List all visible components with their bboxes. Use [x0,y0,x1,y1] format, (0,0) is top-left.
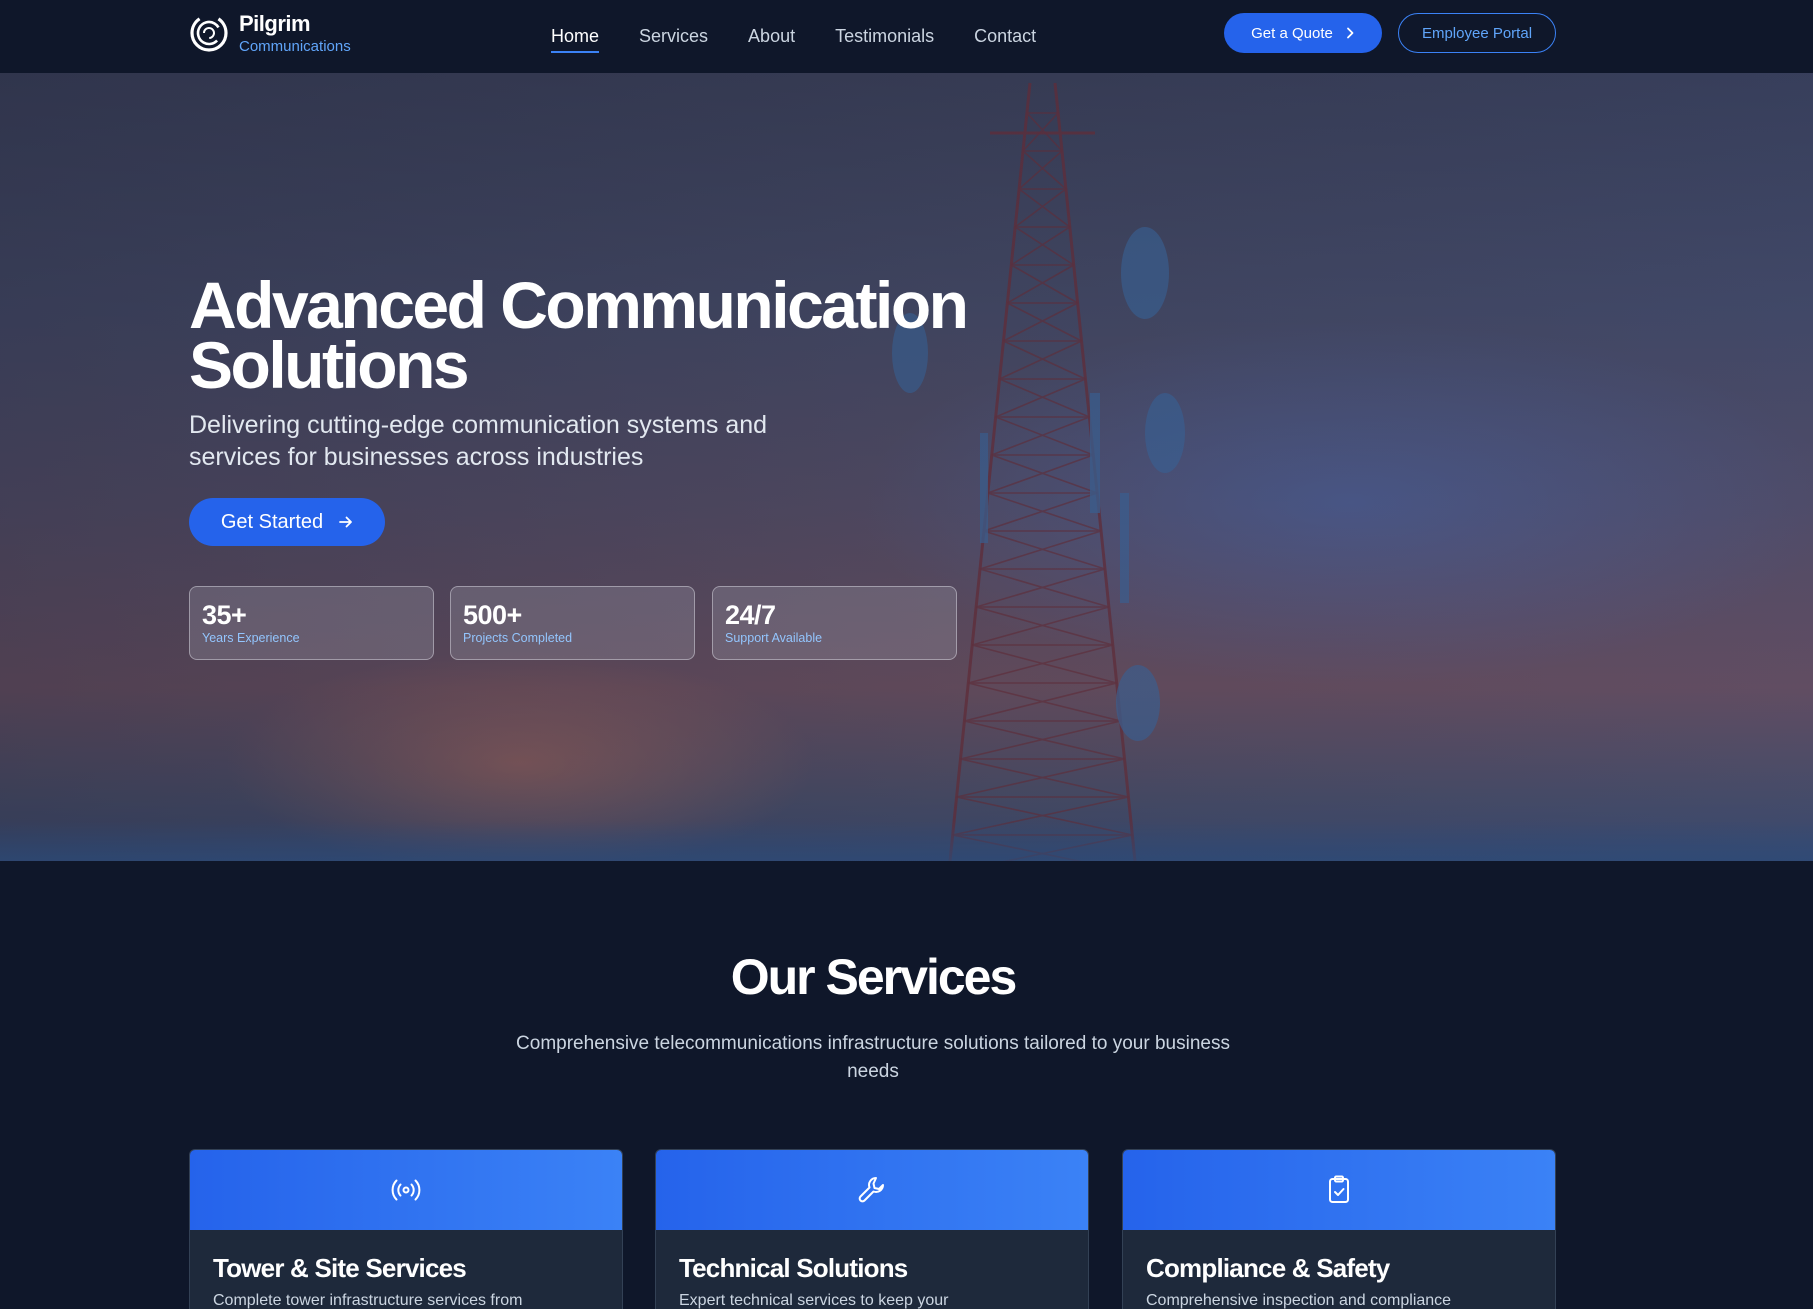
nav-link-about[interactable]: About [748,20,795,53]
services-title: Our Services [730,949,1018,1005]
hero-title: Advanced Communication Solutions [189,268,969,402]
service-card-header [656,1150,1088,1230]
main-nav: Home Services About Testimonials Contact [551,0,1036,73]
chevron-right-icon [1346,27,1354,39]
nav-link-contact[interactable]: Contact [974,20,1036,53]
get-started-label: Get Started [220,510,324,533]
get-started-button[interactable]: Get Started [189,498,385,546]
service-card-compliance[interactable]: Compliance & Safety Comprehensive inspec… [1122,1149,1556,1309]
get-quote-label: Get a Quote [1251,24,1333,42]
service-card-header [190,1150,622,1230]
top-navbar: Pilgrim Communications Home Services Abo… [0,0,1813,73]
stat-card-experience: 35+ Years Experience [189,586,434,660]
hero-horizon [0,821,1813,861]
nav-link-testimonials[interactable]: Testimonials [835,20,934,53]
stat-card-projects: 500+ Projects Completed [450,586,695,660]
brand-logo[interactable]: Pilgrim Communications [189,12,351,54]
stat-value: 500+ [463,600,522,630]
service-card-text: Comprehensive inspection and compliance [1146,1292,1452,1309]
service-card-title: Technical Solutions [679,1253,908,1283]
nav-link-services[interactable]: Services [639,20,708,53]
service-card-title: Compliance & Safety [1146,1253,1390,1283]
nav-link-home[interactable]: Home [551,20,600,53]
stat-label: Support Available [725,631,823,645]
service-card-technical[interactable]: Technical Solutions Expert technical ser… [655,1149,1089,1309]
stat-value: 24/7 [725,600,776,630]
get-quote-button[interactable]: Get a Quote [1224,13,1382,53]
brand-subtitle: Communications [239,37,351,55]
clipboard-check-icon [1329,1175,1349,1203]
brand-name: Pilgrim [239,10,311,36]
stat-card-support: 24/7 Support Available [712,586,957,660]
employee-portal-label: Employee Portal [1421,24,1533,42]
service-card-tower[interactable]: Tower & Site Services Complete tower inf… [189,1149,623,1309]
hero-subtitle: Delivering cutting-edge communication sy… [189,411,768,471]
radio-signal-icon [391,1179,421,1201]
hero-section: Advanced Communication Solutions Deliver… [0,73,1813,861]
stat-label: Projects Completed [463,631,573,645]
service-card-text: Expert technical services to keep your [679,1292,949,1309]
service-card-title: Tower & Site Services [213,1253,467,1283]
arrow-right-icon [339,516,353,528]
service-card-text: Complete tower infrastructure services f… [213,1292,523,1309]
stat-label: Years Experience [202,631,300,645]
pilgrim-logo-icon [190,14,228,52]
wrench-icon [858,1177,884,1203]
stat-value: 35+ [202,600,247,630]
service-card-header [1123,1150,1555,1230]
services-description: Comprehensive telecommunications infrast… [516,1033,1230,1082]
employee-portal-button[interactable]: Employee Portal [1398,13,1556,53]
